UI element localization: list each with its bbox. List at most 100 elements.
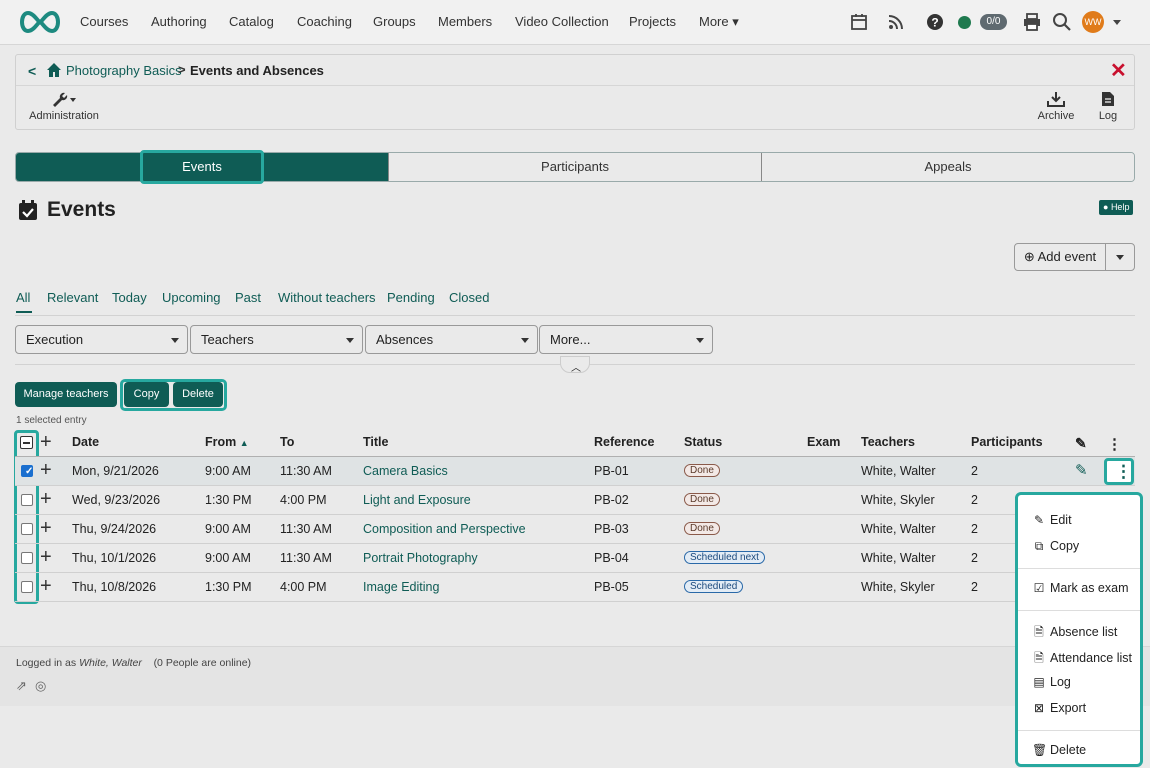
- search-icon[interactable]: [1052, 12, 1072, 32]
- table-row[interactable]: + Thu, 9/24/2026 9:00 AM 11:30 AM Compos…: [15, 515, 1135, 544]
- target-icon[interactable]: ◎: [35, 678, 46, 694]
- filter-without-teachers[interactable]: Without teachers: [278, 290, 376, 305]
- menu-edit[interactable]: ✎ Edit: [1032, 513, 1072, 527]
- cell-participants: 2: [971, 551, 978, 565]
- rss-icon[interactable]: [886, 12, 906, 32]
- row-checkbox[interactable]: ✓: [21, 465, 33, 477]
- nav-authoring[interactable]: Authoring: [151, 14, 207, 29]
- table-row[interactable]: + Thu, 10/8/2026 1:30 PM 4:00 PM Image E…: [15, 573, 1135, 602]
- status-badge: Scheduled: [684, 580, 744, 593]
- add-event-dropdown[interactable]: [1106, 244, 1134, 270]
- table-row[interactable]: + Wed, 9/23/2026 1:30 PM 4:00 PM Light a…: [15, 486, 1135, 515]
- administration-button[interactable]: Administration: [29, 91, 99, 122]
- table-row[interactable]: + Thu, 10/1/2026 9:00 AM 11:30 AM Portra…: [15, 544, 1135, 573]
- share-icon[interactable]: ⇗: [16, 678, 27, 694]
- filter-today[interactable]: Today: [112, 290, 147, 305]
- expand-row-icon[interactable]: +: [40, 459, 52, 482]
- table-row[interactable]: ✓ + Mon, 9/21/2026 9:00 AM 11:30 AM Came…: [15, 457, 1135, 486]
- nav-groups[interactable]: Groups: [373, 14, 416, 29]
- expand-all-icon[interactable]: +: [40, 431, 52, 454]
- help-button[interactable]: ● Help: [1099, 200, 1134, 215]
- nav-members[interactable]: Members: [438, 14, 492, 29]
- print-icon[interactable]: [1022, 12, 1042, 32]
- filter-relevant[interactable]: Relevant: [47, 290, 98, 305]
- header-teachers[interactable]: Teachers: [861, 435, 915, 449]
- header-from[interactable]: From ▲: [205, 435, 249, 449]
- menu-log[interactable]: ▤ Log: [1032, 675, 1071, 689]
- menu-mark-as-exam[interactable]: ☑ Mark as exam: [1032, 581, 1129, 595]
- filter-all[interactable]: All: [16, 290, 30, 305]
- home-icon[interactable]: [46, 62, 62, 78]
- nav-courses[interactable]: Courses: [80, 14, 128, 29]
- filter-upcoming[interactable]: Upcoming: [162, 290, 221, 305]
- nav-video-collection[interactable]: Video Collection: [515, 14, 609, 29]
- nav-more[interactable]: More ▾: [699, 14, 739, 30]
- breadcrumb-course-link[interactable]: Photography Basics: [66, 63, 182, 78]
- copy-button[interactable]: Copy: [124, 382, 169, 407]
- menu-absence-list[interactable]: 🗎 Absence list: [1032, 623, 1117, 644]
- header-date[interactable]: Date: [72, 435, 99, 449]
- online-counter-badge[interactable]: 0/0: [980, 14, 1007, 30]
- cell-from: 1:30 PM: [205, 493, 252, 507]
- manage-teachers-button[interactable]: Manage teachers: [15, 382, 117, 407]
- filter-pending[interactable]: Pending: [387, 290, 435, 305]
- expand-row-icon[interactable]: +: [40, 517, 52, 540]
- cell-title-link[interactable]: Camera Basics: [363, 464, 448, 478]
- row-checkbox[interactable]: [21, 494, 33, 506]
- chevron-down-icon[interactable]: [1113, 20, 1121, 25]
- cell-participants: 2: [971, 493, 978, 507]
- back-icon[interactable]: <: [28, 63, 36, 79]
- tab-events-label[interactable]: Events: [140, 150, 264, 184]
- cell-date: Wed, 9/23/2026: [72, 493, 161, 507]
- collapse-filters-button[interactable]: ︿: [560, 356, 590, 374]
- execution-dropdown[interactable]: Execution: [15, 325, 188, 354]
- header-exam[interactable]: Exam: [807, 435, 840, 449]
- active-filter-underline: [16, 311, 32, 313]
- row-checkbox[interactable]: [21, 581, 33, 593]
- delete-button[interactable]: Delete: [173, 382, 223, 407]
- tab-appeals[interactable]: Appeals: [761, 153, 1134, 181]
- add-event-button[interactable]: ⊕ Add event: [1015, 244, 1106, 270]
- user-avatar[interactable]: WW: [1082, 11, 1104, 33]
- log-button[interactable]: Log: [1094, 91, 1122, 122]
- teachers-dropdown[interactable]: Teachers: [190, 325, 363, 354]
- close-icon[interactable]: ✕: [1110, 58, 1127, 83]
- expand-row-icon[interactable]: +: [40, 546, 52, 569]
- more-filters-dropdown[interactable]: More...: [539, 325, 713, 354]
- tab-participants[interactable]: Participants: [388, 153, 761, 181]
- absences-dropdown[interactable]: Absences: [365, 325, 538, 354]
- row-checkbox[interactable]: [21, 552, 33, 564]
- expand-row-icon[interactable]: +: [40, 575, 52, 598]
- filter-closed[interactable]: Closed: [449, 290, 489, 305]
- svg-text:?: ?: [931, 16, 938, 30]
- cell-title-link[interactable]: Composition and Perspective: [363, 522, 526, 536]
- menu-attendance-list[interactable]: 🗎 Attendance list: [1032, 649, 1132, 670]
- edit-icon[interactable]: ✎: [1075, 461, 1088, 479]
- cell-title-link[interactable]: Image Editing: [363, 580, 439, 594]
- cell-title-link[interactable]: Light and Exposure: [363, 493, 471, 507]
- header-status[interactable]: Status: [684, 435, 722, 449]
- select-all-checkbox[interactable]: [20, 436, 33, 449]
- header-participants[interactable]: Participants: [971, 435, 1043, 449]
- nav-projects[interactable]: Projects: [629, 14, 676, 29]
- header-title[interactable]: Title: [363, 435, 388, 449]
- expand-row-icon[interactable]: +: [40, 488, 52, 511]
- calendar-icon[interactable]: [849, 12, 869, 32]
- menu-delete[interactable]: 🗑 Delete: [1032, 743, 1086, 757]
- menu-export[interactable]: ⊠ Export: [1032, 701, 1086, 715]
- nav-coaching[interactable]: Coaching: [297, 14, 352, 29]
- more-column-icon: ⋮: [1107, 436, 1122, 453]
- help-circle-icon[interactable]: ?: [925, 12, 945, 32]
- nav-catalog[interactable]: Catalog: [229, 14, 274, 29]
- menu-copy[interactable]: ⧉ Copy: [1032, 539, 1079, 554]
- header-reference[interactable]: Reference: [594, 435, 654, 449]
- page-title: Events: [47, 198, 116, 221]
- row-checkbox[interactable]: [21, 523, 33, 535]
- row-actions-button[interactable]: ⋮: [1104, 458, 1134, 485]
- header-to[interactable]: To: [280, 435, 294, 449]
- online-status-icon[interactable]: [958, 16, 971, 29]
- archive-button[interactable]: Archive: [1036, 91, 1076, 122]
- cell-title-link[interactable]: Portrait Photography: [363, 551, 478, 565]
- filter-past[interactable]: Past: [235, 290, 261, 305]
- logo-icon[interactable]: [16, 9, 64, 35]
